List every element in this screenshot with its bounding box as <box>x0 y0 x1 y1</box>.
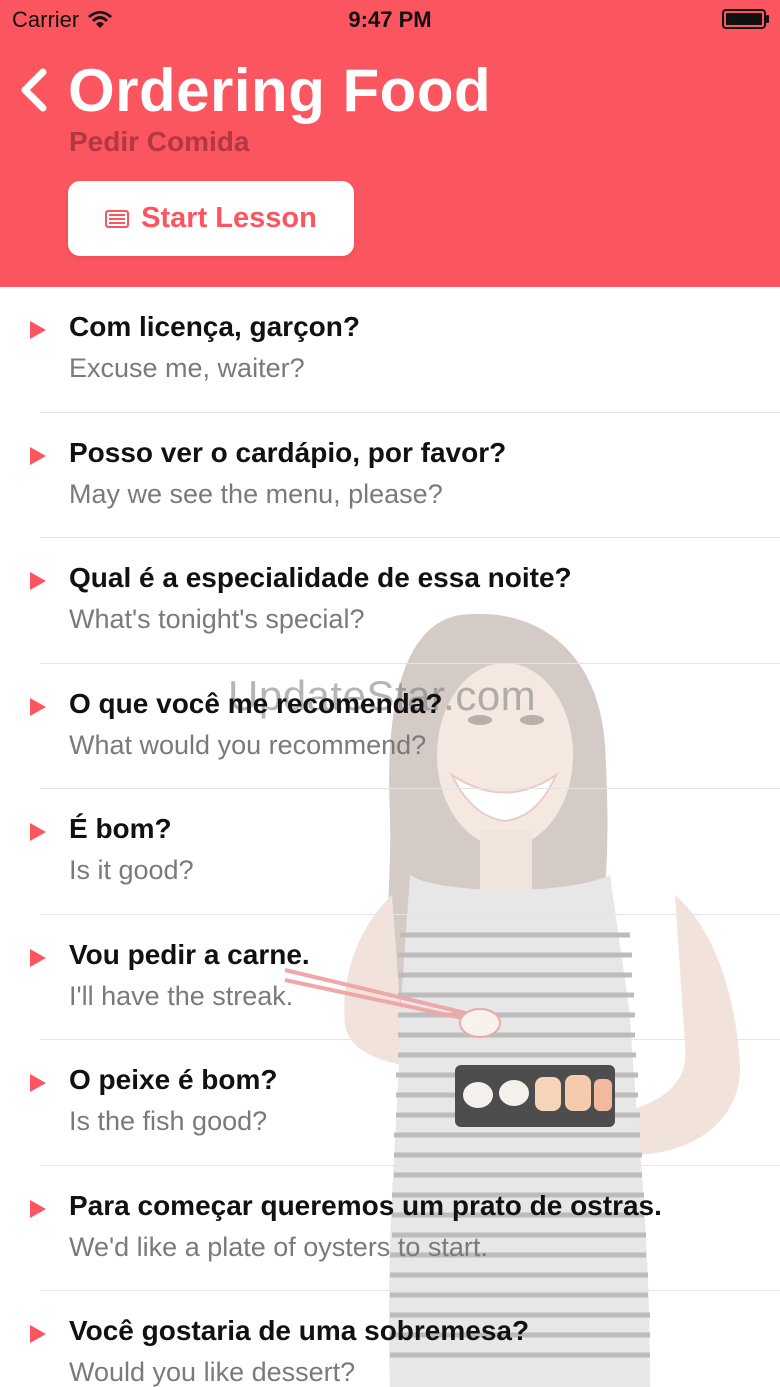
list-item[interactable]: Qual é a especialidade de essa noite? Wh… <box>0 538 780 664</box>
phrase-text: Com licença, garçon? <box>69 311 360 342</box>
list-item[interactable]: É bom? Is it good? <box>0 789 780 915</box>
translation-text: Would you like dessert? <box>69 1357 356 1387</box>
translation-text: May we see the menu, please? <box>69 478 443 509</box>
list-item[interactable]: O que você me recomenda? What would you … <box>0 664 780 789</box>
phrase-text: Qual é a especialidade de essa noite? <box>69 562 572 593</box>
translation-text: Excuse me, waiter? <box>69 353 305 383</box>
translation-text: We'd like a plate of oysters to start. <box>69 1231 488 1262</box>
start-lesson-label: Start Lesson <box>141 202 317 234</box>
play-icon[interactable] <box>28 570 48 592</box>
start-lesson-button[interactable]: Start Lesson <box>68 181 354 256</box>
translation-text: Is the fish good? <box>69 1106 268 1136</box>
list-item[interactable]: Com licença, garçon? Excuse me, waiter? <box>0 287 780 413</box>
translation-text: What would you recommend? <box>69 729 427 760</box>
phrase-text: Posso ver o cardápio, por favor? <box>69 436 507 468</box>
status-time: 9:47 PM <box>348 7 432 32</box>
phrase-text: Para começar queremos um prato de ostras… <box>69 1189 662 1221</box>
play-icon[interactable] <box>28 1323 48 1345</box>
list-item[interactable]: Posso ver o cardápio, por favor? May we … <box>0 413 780 538</box>
phrase-text: É bom? <box>69 813 172 844</box>
page-subtitle: Pedir Comida <box>69 126 250 157</box>
play-icon[interactable] <box>28 821 48 843</box>
translation-text: Is it good? <box>69 855 194 885</box>
back-button[interactable] <box>14 64 54 116</box>
play-icon[interactable] <box>28 696 48 718</box>
play-icon[interactable] <box>28 1072 48 1094</box>
play-icon[interactable] <box>28 947 48 969</box>
list-item[interactable]: Vou pedir a carne. I'll have the streak. <box>0 915 780 1040</box>
page-title: Ordering Food <box>68 57 492 124</box>
list-item[interactable]: Para começar queremos um prato de ostras… <box>0 1166 780 1291</box>
play-icon[interactable] <box>28 319 48 341</box>
translation-text: What's tonight's special? <box>69 604 365 634</box>
phrase-text: Vou pedir a carne. <box>69 938 310 970</box>
status-bar: Carrier 9:47 PM <box>0 0 780 40</box>
list-icon <box>105 209 130 228</box>
list-item[interactable]: Você gostaria de uma sobremesa? Would yo… <box>0 1291 780 1387</box>
translation-text: I'll have the streak. <box>69 980 294 1011</box>
header: Carrier 9:47 PM Ordering Food Pedir Comi… <box>0 0 780 287</box>
phrase-text: O que você me recomenda? <box>69 687 443 719</box>
phrase-text: Você gostaria de uma sobremesa? <box>69 1315 530 1346</box>
phrase-text: O peixe é bom? <box>69 1064 278 1095</box>
chevron-left-icon <box>21 68 47 112</box>
play-icon[interactable] <box>28 445 48 467</box>
list-item[interactable]: O peixe é bom? Is the fish good? <box>0 1040 780 1166</box>
play-icon[interactable] <box>28 1198 48 1220</box>
battery-icon <box>722 9 769 29</box>
